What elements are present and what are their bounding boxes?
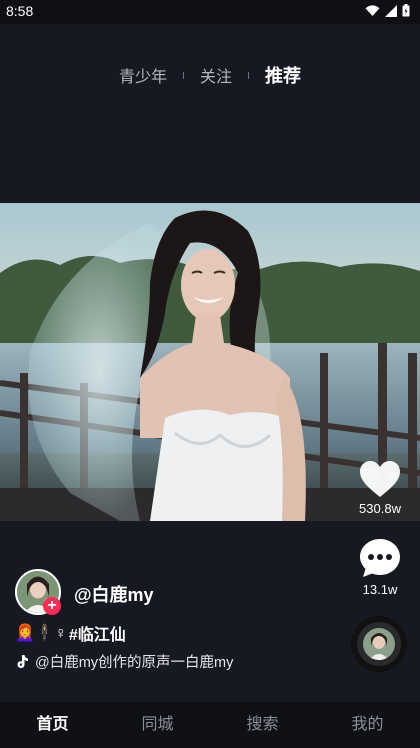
music-note-icon: [17, 655, 28, 668]
follow-button[interactable]: +: [43, 597, 61, 615]
caption-emoji: 👩‍🦰🕴♀: [15, 625, 67, 642]
top-tabs: 青少年 关注 推荐: [0, 60, 420, 90]
app-screen: 8:58 青少年 关注 推荐: [0, 0, 420, 748]
nav-home[interactable]: 首页: [0, 702, 105, 748]
music-info[interactable]: @白鹿my创作的原声一白鹿my: [15, 651, 233, 672]
tab-divider: [183, 71, 184, 79]
tab-teen-mode[interactable]: 青少年: [115, 61, 171, 89]
like-count: 530.8w: [359, 501, 401, 516]
wifi-icon: [365, 4, 380, 16]
bottom-nav: 首页 同城 搜索 我的: [0, 702, 420, 748]
tab-divider: [248, 71, 250, 79]
status-icons: [365, 4, 410, 17]
music-cover: [363, 628, 395, 660]
comment-button[interactable]: 13.1w: [350, 537, 410, 597]
status-time: 8:58: [6, 3, 34, 19]
like-button[interactable]: 530.8w: [350, 460, 410, 516]
battery-icon: [402, 4, 410, 17]
heart-icon: [360, 461, 400, 497]
music-disc-button[interactable]: [351, 616, 407, 672]
tab-recommended[interactable]: 推荐: [261, 60, 305, 90]
caption-hashtag[interactable]: #临江仙: [69, 621, 126, 645]
music-cover-image: [363, 628, 395, 660]
nav-nearby[interactable]: 同城: [105, 702, 210, 748]
signal-icon: [385, 4, 397, 17]
nav-search[interactable]: 搜索: [210, 702, 315, 748]
tab-following[interactable]: 关注: [196, 61, 236, 89]
status-bar: 8:58: [0, 0, 420, 24]
music-title: @白鹿my创作的原声一白鹿my: [35, 655, 234, 671]
comment-count: 13.1w: [362, 582, 398, 597]
author-name[interactable]: @白鹿my: [74, 581, 154, 607]
comment-icon: [360, 539, 400, 577]
video-caption: 👩‍🦰🕴♀ #临江仙: [15, 621, 126, 645]
nav-profile[interactable]: 我的: [315, 702, 420, 748]
